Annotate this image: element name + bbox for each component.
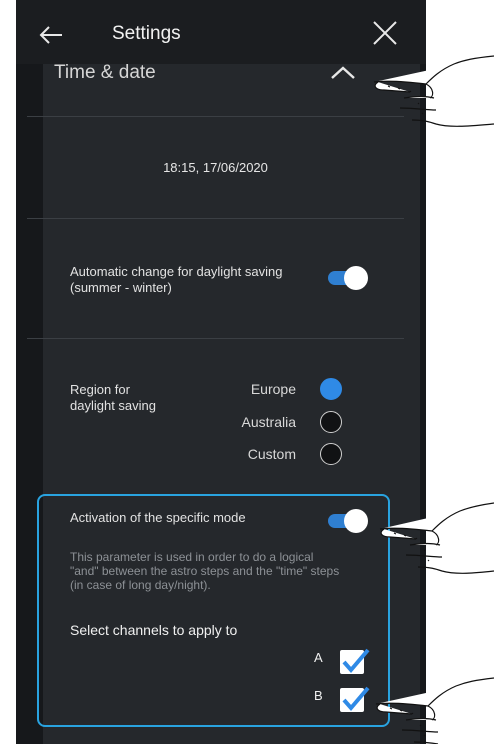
description-line2: "and" between the astro steps and the "t…: [70, 564, 340, 578]
description-line1: This parameter is used in order to do a …: [70, 550, 314, 564]
channel-b-checkbox[interactable]: [340, 686, 370, 712]
radio-europe[interactable]: [320, 378, 342, 400]
toggle-knob: [344, 266, 368, 290]
pointing-hand-icon: [375, 677, 494, 744]
app-header: Settings: [16, 0, 426, 64]
checkmark-icon: [342, 686, 370, 712]
current-datetime[interactable]: 18:15, 17/06/2020: [27, 160, 404, 175]
divider: [27, 218, 404, 219]
daylight-toggle[interactable]: [326, 266, 368, 290]
specific-mode-toggle[interactable]: [326, 509, 368, 533]
daylight-label-line2: (summer - winter): [70, 280, 172, 295]
radio-label-custom: Custom: [247, 446, 296, 462]
channel-b-label: B: [314, 688, 323, 703]
arrow-left-icon[interactable]: [38, 22, 64, 48]
close-icon[interactable]: [372, 20, 398, 46]
checkmark-icon: [342, 648, 370, 674]
divider: [27, 116, 404, 117]
page-title: Settings: [112, 23, 181, 44]
channel-a-label: A: [314, 650, 323, 665]
section-title: Time & date: [54, 62, 156, 83]
radio-australia[interactable]: [320, 411, 342, 433]
region-label: Region for daylight saving: [70, 382, 156, 414]
chevron-up-icon[interactable]: [330, 64, 356, 82]
channel-a-checkbox[interactable]: [340, 648, 370, 674]
description-line3: (in case of long day/night).: [70, 578, 211, 592]
radio-label-australia: Australia: [241, 414, 296, 430]
toggle-knob: [344, 509, 368, 533]
specific-mode-description: This parameter is used in order to do a …: [70, 550, 390, 592]
daylight-label: Automatic change for daylight saving (su…: [70, 264, 282, 296]
pointing-hand-icon: [379, 502, 494, 574]
region-label-line2: daylight saving: [70, 398, 156, 413]
radio-custom[interactable]: [320, 443, 342, 465]
daylight-label-line1: Automatic change for daylight saving: [70, 264, 283, 279]
region-label-line1: Region for: [70, 382, 130, 397]
pointing-hand-icon: [373, 55, 494, 127]
channels-title: Select channels to apply to: [70, 622, 238, 638]
specific-mode-label: Activation of the specific mode: [70, 510, 246, 525]
radio-label-europe: Europe: [250, 381, 296, 397]
divider: [27, 338, 404, 339]
